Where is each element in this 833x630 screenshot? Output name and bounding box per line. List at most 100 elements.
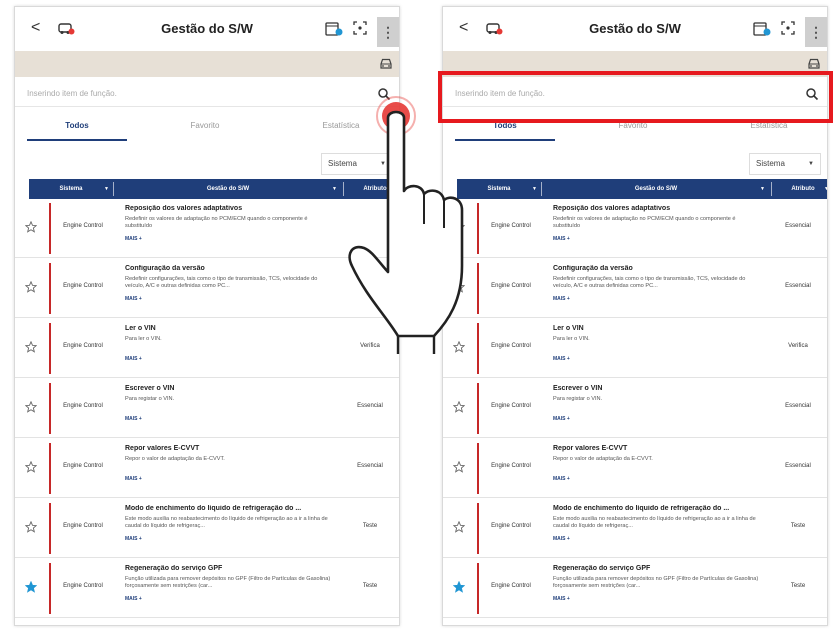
system-cell: Engine Control [63, 523, 103, 529]
function-name[interactable]: Repor valores E-CVVT [125, 445, 335, 452]
system-cell: Engine Control [491, 283, 531, 289]
table-row[interactable]: Engine Control Modo de enchimento do líqu… [15, 499, 399, 558]
star-icon[interactable] [25, 581, 37, 593]
column-header-gestao[interactable]: Gestão do S/W ▼ [543, 179, 769, 199]
more-link[interactable]: MAIS + [125, 596, 142, 602]
star-icon[interactable] [25, 221, 37, 233]
star-icon[interactable] [25, 341, 37, 353]
vehicle-icon [808, 58, 820, 69]
function-name[interactable]: Modo de enchimento do líquido de refrige… [125, 505, 335, 512]
chevron-down-icon: ▼ [808, 161, 814, 167]
star-icon[interactable] [25, 281, 37, 293]
function-name[interactable]: Escrever o VIN [125, 385, 335, 392]
column-header-gestao[interactable]: Gestão do S/W ▼ [115, 179, 341, 199]
function-description: Função utilizada para remover depósitos … [125, 576, 331, 589]
attribute-cell: Essencial [357, 403, 383, 409]
star-icon[interactable] [25, 461, 37, 473]
table-header: Sistema▼ Gestão do S/W▼ Atributo▼ [457, 179, 827, 199]
system-cell: Engine Control [491, 403, 531, 409]
vehicle-info-strip [15, 51, 399, 77]
attribute-cell: Teste [790, 583, 806, 589]
more-link[interactable]: MAIS + [553, 536, 570, 542]
more-link[interactable]: MAIS + [553, 596, 570, 602]
system-filter-select[interactable]: Sistema ▼ [749, 153, 821, 175]
column-divider [541, 182, 542, 196]
more-link[interactable]: MAIS + [125, 536, 142, 542]
table-row[interactable]: Engine Control Ler o VIN Para ler o VIN. MA… [443, 319, 827, 378]
tab-todos[interactable]: Todos [27, 111, 127, 141]
function-name[interactable]: Modo de enchimento do líquido de refrige… [553, 505, 763, 512]
table-row[interactable]: Engine Control Escrever o VIN Para regista… [15, 379, 399, 438]
top-bar: < Gestão do S/W ⋮ [15, 7, 399, 51]
row-marker [477, 263, 479, 314]
more-link[interactable]: MAIS + [125, 476, 142, 482]
more-vertical-icon[interactable]: ⋮ [805, 17, 827, 47]
function-name[interactable]: Ler o VIN [553, 325, 763, 332]
function-name[interactable]: Reposição dos valores adaptativos [125, 205, 335, 212]
star-icon[interactable] [453, 521, 465, 533]
calendar-icon[interactable] [325, 21, 343, 37]
function-name[interactable]: Escrever o VIN [553, 385, 763, 392]
function-description: Redefinir os valores de adaptação no PCM… [553, 216, 736, 229]
table-row[interactable]: Engine Control Configuração da versão Rede… [443, 259, 827, 318]
table-row[interactable]: Engine Control Regeneração do serviço GPF… [443, 559, 827, 618]
row-marker [477, 443, 479, 494]
function-description: Redefinir configurações, tais como o tip… [125, 276, 318, 289]
more-link[interactable]: MAIS + [553, 476, 570, 482]
function-name[interactable]: Configuração da versão [125, 265, 335, 272]
system-cell: Engine Control [491, 223, 531, 229]
system-cell: Engine Control [63, 403, 103, 409]
sort-dropdown-icon: ▼ [104, 186, 109, 192]
more-link[interactable]: MAIS + [125, 236, 142, 242]
star-icon[interactable] [453, 461, 465, 473]
calendar-icon[interactable] [753, 21, 771, 37]
attribute-cell: Essencial [357, 463, 383, 469]
system-cell: Engine Control [491, 523, 531, 529]
function-description: Para registar o VIN. [125, 396, 175, 402]
table-row[interactable]: Engine Control Escrever o VIN Para regista… [443, 379, 827, 438]
system-cell: Engine Control [63, 283, 103, 289]
function-name[interactable]: Reposição dos valores adaptativos [553, 205, 763, 212]
more-link[interactable]: MAIS + [125, 296, 142, 302]
function-name[interactable]: Regeneração do serviço GPF [125, 565, 335, 572]
function-name[interactable]: Regeneração do serviço GPF [553, 565, 763, 572]
search-input[interactable]: Inserindo item de função. [27, 89, 117, 98]
star-icon[interactable] [25, 521, 37, 533]
system-cell: Engine Control [63, 343, 103, 349]
attribute-cell: Essencial [785, 403, 811, 409]
row-marker [477, 383, 479, 434]
sort-dropdown-icon: ▼ [532, 186, 537, 192]
more-link[interactable]: MAIS + [125, 356, 142, 362]
table-row[interactable]: Engine Control Regeneração do serviço GPF… [15, 559, 399, 618]
row-marker [49, 203, 51, 254]
table-row[interactable]: Engine Control Reposição dos valores adap… [443, 199, 827, 258]
function-name[interactable]: Configuração da versão [553, 265, 763, 272]
column-header-sistema[interactable]: Sistema ▼ [29, 179, 113, 199]
attribute-cell: Essencial [785, 463, 811, 469]
function-name[interactable]: Repor valores E-CVVT [553, 445, 763, 452]
screen: < Gestão do S/W ⋮ Inserindo item de funç… [0, 0, 833, 630]
row-marker [477, 323, 479, 374]
column-header-atributo[interactable]: Atributo▼ [773, 179, 827, 199]
tab-favorito[interactable]: Favorito [155, 111, 255, 141]
star-icon[interactable] [25, 401, 37, 413]
system-cell: Engine Control [491, 583, 531, 589]
scan-icon[interactable] [353, 21, 367, 35]
scan-icon[interactable] [781, 21, 795, 35]
function-description: Redefinir configurações, tais como o tip… [553, 276, 746, 289]
more-link[interactable]: MAIS + [553, 356, 570, 362]
more-link[interactable]: MAIS + [125, 416, 142, 422]
table-row[interactable]: Engine Control Modo de enchimento do líqu… [443, 499, 827, 558]
table-row[interactable]: Engine Control Repor valores E-CVVT Repor … [443, 439, 827, 498]
more-link[interactable]: MAIS + [553, 296, 570, 302]
filter-value: Sistema [756, 159, 785, 168]
more-link[interactable]: MAIS + [553, 236, 570, 242]
attribute-cell: Essencial [785, 283, 811, 289]
star-icon[interactable] [453, 581, 465, 593]
table-row[interactable]: Engine Control Repor valores E-CVVT Repor … [15, 439, 399, 498]
star-icon[interactable] [453, 401, 465, 413]
more-link[interactable]: MAIS + [553, 416, 570, 422]
more-vertical-icon[interactable]: ⋮ [377, 17, 399, 47]
function-description: Este modo auxilia no reabastecimento do … [553, 516, 756, 529]
function-name[interactable]: Ler o VIN [125, 325, 335, 332]
